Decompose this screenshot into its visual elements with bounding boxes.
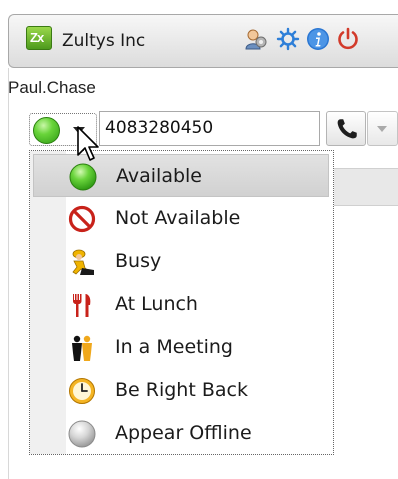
app-title: Zultys Inc bbox=[62, 31, 146, 51]
power-icon[interactable] bbox=[336, 27, 360, 51]
status-menu-item-label: Appear Offline bbox=[115, 422, 252, 444]
contacts-icon[interactable] bbox=[244, 27, 268, 51]
status-menu-item-label: In a Meeting bbox=[115, 336, 233, 358]
status-menu-item-at-lunch[interactable]: At Lunch bbox=[33, 283, 329, 326]
phone-number-input[interactable]: 4083280450 bbox=[99, 111, 320, 146]
green-status-icon bbox=[69, 163, 97, 191]
meeting-people-icon bbox=[72, 335, 92, 361]
status-menu-item-label: Available bbox=[116, 165, 203, 187]
busy-worker-icon bbox=[72, 249, 94, 275]
status-menu-item-label: Busy bbox=[115, 250, 162, 272]
fork-knife-icon bbox=[73, 294, 91, 317]
settings-gear-icon[interactable] bbox=[276, 27, 300, 51]
background-list-header bbox=[330, 168, 398, 206]
zultys-logo-icon: Zx bbox=[26, 26, 52, 50]
mouse-cursor-icon bbox=[77, 126, 99, 161]
status-menu-item-label: Be Right Back bbox=[115, 379, 248, 401]
call-button[interactable] bbox=[326, 111, 366, 146]
status-menu-item-label: Not Available bbox=[115, 207, 241, 229]
status-menu-item-not-available[interactable]: Not Available bbox=[33, 197, 329, 240]
status-menu-item-busy[interactable]: Busy bbox=[33, 240, 329, 283]
status-menu-item-label: At Lunch bbox=[115, 293, 198, 315]
status-menu: Available Not Available Busy At Lunch In… bbox=[29, 150, 334, 455]
chevron-down-icon bbox=[377, 126, 387, 132]
phone-handset-icon bbox=[337, 119, 357, 139]
title-bar: Zx Zultys Inc bbox=[8, 14, 398, 68]
status-menu-item-in-a-meeting[interactable]: In a Meeting bbox=[33, 326, 329, 369]
username-label: Paul.Chase bbox=[8, 78, 96, 97]
green-status-icon bbox=[33, 117, 60, 144]
info-icon[interactable] bbox=[306, 27, 330, 51]
logo-text: Zx bbox=[30, 30, 44, 45]
call-options-dropdown[interactable] bbox=[367, 111, 398, 146]
status-menu-item-appear-offline[interactable]: Appear Offline bbox=[33, 412, 329, 455]
offline-status-icon bbox=[68, 420, 96, 448]
window-left-border bbox=[8, 68, 9, 479]
not-available-icon bbox=[68, 205, 96, 233]
clock-icon bbox=[69, 378, 95, 404]
status-menu-item-be-right-back[interactable]: Be Right Back bbox=[33, 369, 329, 412]
